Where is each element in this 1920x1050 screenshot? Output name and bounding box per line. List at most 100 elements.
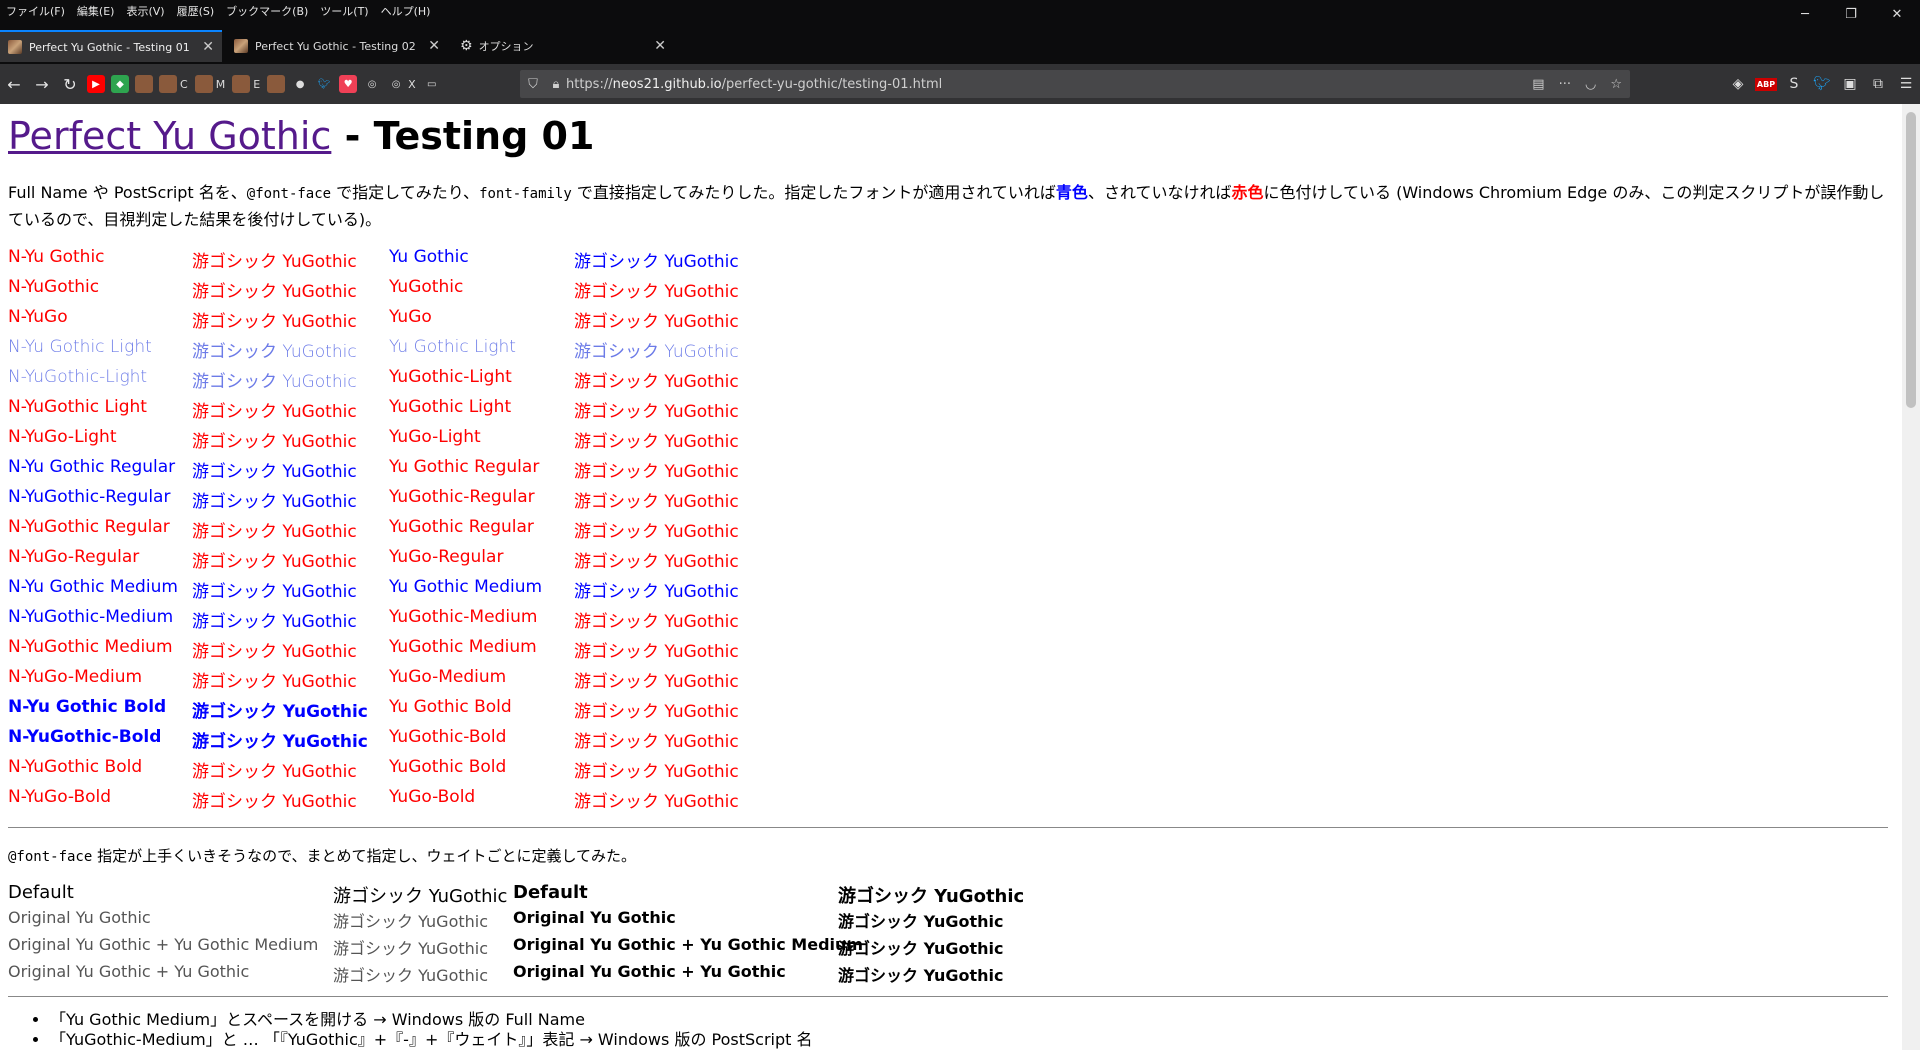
font-family-cell: YuGothic-Bold	[389, 727, 507, 747]
globe-icon[interactable]: ◎	[387, 75, 405, 93]
lock-icon[interactable]: 🔒︎	[546, 77, 566, 92]
bookmark-favicon-icon[interactable]	[232, 75, 251, 93]
sample-cell: 游ゴシック YuGothic	[192, 552, 357, 572]
hamburger-menu-icon[interactable]: ☰	[1892, 70, 1920, 98]
sample-cell: 游ゴシック YuGothic	[192, 342, 357, 362]
font-family-cell: YuGo	[389, 307, 432, 327]
twitter-ext-icon[interactable]: 🐦︎	[1808, 70, 1836, 98]
sample-cell: 游ゴシック YuGothic	[192, 402, 357, 422]
list-item: 「Yu Gothic Medium」とスペースを開ける → Windows 版の…	[50, 1010, 813, 1030]
full-name-cell: N-Yu Gothic Bold	[8, 697, 167, 717]
font-family-cell: YuGothic Regular	[389, 517, 534, 537]
url-bar[interactable]: ⛉ 🔒︎ https://neos21.github.io/perfect-yu…	[520, 70, 1630, 98]
twitter-icon[interactable]: 🐦︎	[315, 75, 333, 93]
menu-view[interactable]: 表示(V)	[120, 3, 170, 19]
extension-icon[interactable]: ◈	[1724, 70, 1752, 98]
font-family-cell: YuGothic Bold	[389, 757, 507, 777]
folder-icon[interactable]: ▭	[423, 75, 441, 93]
tab-label: Perfect Yu Gothic - Testing 01	[29, 40, 190, 54]
font-family-cell: Yu Gothic	[389, 247, 469, 267]
extension-puzzle-icon[interactable]: ⧉	[1864, 70, 1892, 98]
tab-bar: Perfect Yu Gothic - Testing 01 ✕ Perfect…	[0, 22, 1920, 64]
tab-testing-02[interactable]: Perfect Yu Gothic - Testing 02 ✕	[226, 30, 448, 62]
sample-cell: 游ゴシック YuGothic	[192, 462, 357, 482]
full-name-cell: N-YuGothic Light	[8, 397, 147, 417]
menu-edit[interactable]: 編集(E)	[71, 3, 121, 19]
full-name-cell: N-Yu Gothic Regular	[8, 457, 176, 477]
title-link[interactable]: Perfect Yu Gothic	[8, 114, 331, 158]
font-family-cell: YuGo-Medium	[389, 667, 507, 687]
extension-s-icon[interactable]: S	[1780, 70, 1808, 98]
page-content: Perfect Yu Gothic - Testing 01 Full Name…	[0, 104, 1900, 1050]
reload-icon[interactable]: ↻	[56, 70, 84, 98]
extension-avatar-icon[interactable]: ▣	[1836, 70, 1864, 98]
bookmark-label[interactable]: X	[408, 78, 416, 91]
intro-paragraph: Full Name や PostScript 名を、@font-face で指定…	[8, 183, 1885, 229]
list-item: 「YuGothic-Medium」と … 「『YuGothic』+『-』+『ウェ…	[50, 1030, 813, 1050]
bookmark-label[interactable]: C	[180, 78, 188, 91]
adblock-icon[interactable]: ABP	[1752, 70, 1780, 98]
tab-options[interactable]: ⚙ オプション ✕	[452, 30, 674, 62]
sample-cell: 游ゴシック YuGothic	[574, 672, 739, 692]
full-name-cell: N-YuGo	[8, 307, 68, 327]
menu-help[interactable]: ヘルプ(H)	[375, 3, 437, 19]
font-family-cell: Yu Gothic Light	[389, 337, 516, 357]
page-title: Perfect Yu Gothic - Testing 01	[8, 114, 594, 158]
shield-icon[interactable]: ⛉	[520, 77, 546, 92]
star-icon[interactable]: ☆	[1610, 77, 1622, 92]
full-name-cell: N-YuGothic-Regular	[8, 487, 171, 507]
close-tab-icon[interactable]: ✕	[202, 39, 214, 55]
sample-cell: 游ゴシック YuGothic	[574, 792, 739, 812]
sample-cell: 游ゴシック YuGothic	[574, 342, 739, 362]
font-family-cell: Yu Gothic Bold	[389, 697, 512, 717]
title-suffix: - Testing 01	[331, 114, 595, 158]
bookmark-label[interactable]: E	[253, 78, 260, 91]
font-family-cell: YuGo-Bold	[389, 787, 476, 807]
font-family-cell: YuGothic Medium	[389, 637, 537, 657]
full-name-cell: N-Yu Gothic Medium	[8, 577, 178, 597]
favicon-icon	[8, 40, 22, 54]
full-name-cell: N-YuGo-Bold	[8, 787, 112, 807]
reader-view-icon[interactable]: ▤	[1532, 77, 1544, 92]
youtube-icon[interactable]: ▶	[87, 75, 105, 93]
globe-icon[interactable]: ◎	[363, 75, 381, 93]
sample-cell: 游ゴシック YuGothic	[192, 312, 357, 332]
bookmark-label[interactable]: M	[216, 78, 226, 91]
font-family-cell: YuGothic-Medium	[389, 607, 538, 627]
pocket-save-icon[interactable]: ◡	[1585, 77, 1596, 92]
sample-cell: 游ゴシック YuGothic	[574, 432, 739, 452]
font-family-cell: YuGo-Regular	[389, 547, 504, 567]
close-tab-icon[interactable]: ✕	[654, 38, 666, 54]
pocket-icon[interactable]: ♥	[339, 75, 358, 93]
bookmark-favicon-icon[interactable]	[267, 75, 286, 93]
bookmark-favicon-icon[interactable]	[135, 75, 153, 93]
menu-bookmarks[interactable]: ブックマーク(B)	[220, 3, 314, 19]
sample-cell: 游ゴシック YuGothic	[192, 642, 357, 662]
toolbar-extensions: ◈ ABP S 🐦︎ ▣ ⧉ ☰	[1724, 70, 1920, 98]
close-tab-icon[interactable]: ✕	[428, 38, 440, 54]
sample-cell: 游ゴシック YuGothic	[574, 552, 739, 572]
sample-cell: 游ゴシック YuGothic	[574, 492, 739, 512]
tab-label: オプション	[478, 40, 534, 53]
sample-cell: 游ゴシック YuGothic	[574, 582, 739, 602]
notes-list: 「Yu Gothic Medium」とスペースを開ける → Windows 版の…	[8, 1010, 813, 1050]
extension-green-icon[interactable]: ◆	[111, 75, 129, 93]
full-name-cell: N-YuGothic-Light	[8, 367, 148, 387]
forward-icon[interactable]: →	[28, 70, 56, 98]
menu-tools[interactable]: ツール(T)	[314, 3, 374, 19]
page-actions-icon[interactable]: ···	[1559, 77, 1571, 92]
bookmark-favicon-icon[interactable]	[194, 75, 213, 93]
font-family-cell: YuGothic-Regular	[389, 487, 535, 507]
scrollbar-thumb[interactable]	[1906, 112, 1916, 408]
font-family-cell: YuGothic Light	[389, 397, 512, 417]
github-icon[interactable]: ●	[291, 75, 309, 93]
sample-cell: 游ゴシック YuGothic	[192, 282, 357, 302]
tab-testing-01[interactable]: Perfect Yu Gothic - Testing 01 ✕	[0, 30, 222, 62]
vertical-scrollbar[interactable]	[1902, 104, 1920, 1050]
nav-toolbar: ← → ↻ ▶ ◆ C M E ● 🐦︎ ♥ ◎ ◎ X ▭ ⛉ 🔒︎ https…	[0, 64, 1920, 104]
back-icon[interactable]: ←	[0, 70, 28, 98]
menu-file[interactable]: ファイル(F)	[0, 3, 71, 19]
bookmark-favicon-icon[interactable]	[159, 75, 177, 93]
menu-history[interactable]: 履歴(S)	[171, 3, 221, 19]
sample-cell: 游ゴシック YuGothic	[192, 582, 357, 602]
